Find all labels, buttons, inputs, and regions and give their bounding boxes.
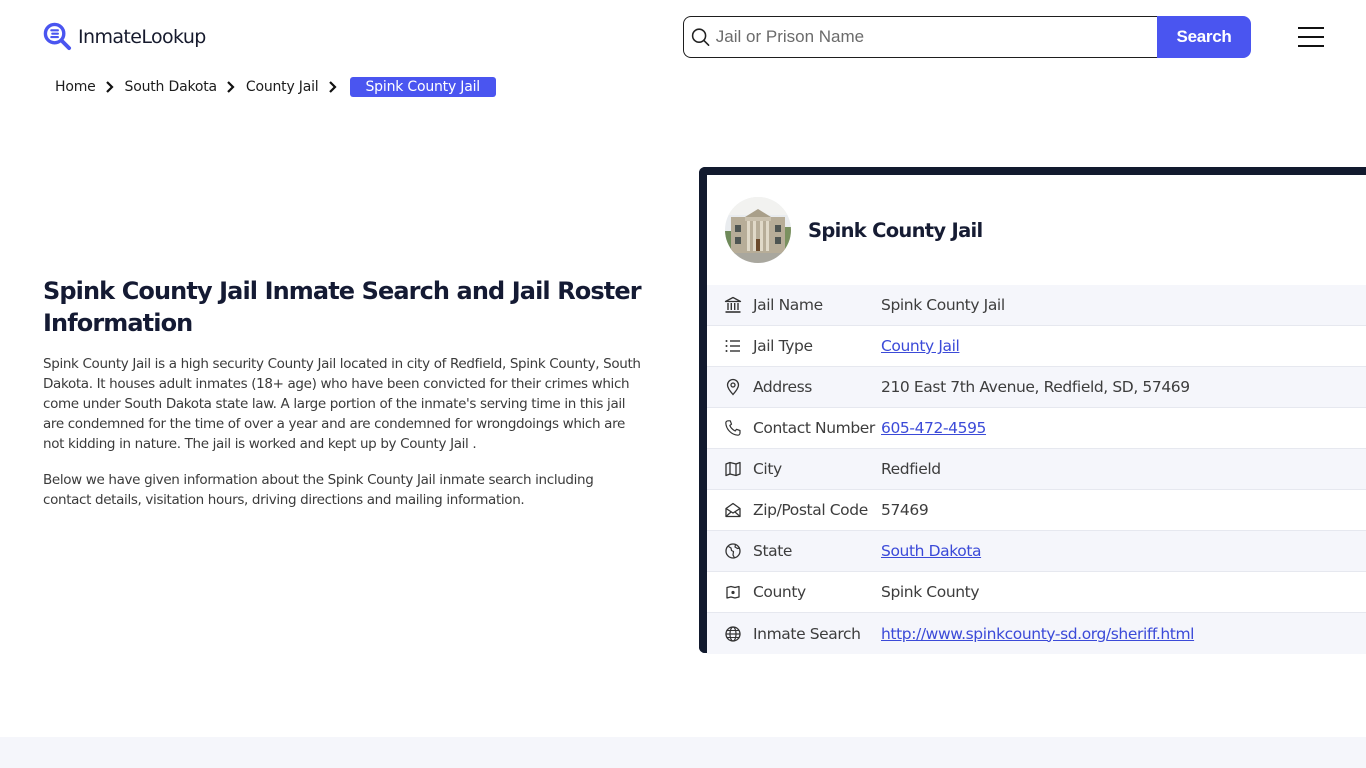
list-icon bbox=[725, 340, 740, 352]
intro-text: Spink County Jail is a high security Cou… bbox=[43, 354, 643, 510]
row-label: County bbox=[753, 583, 806, 601]
search-input[interactable] bbox=[715, 27, 1157, 47]
inmate-search-link[interactable]: http://www.spinkcounty-sd.org/sheriff.ht… bbox=[881, 625, 1194, 643]
breadcrumb: Home South Dakota County Jail Spink Coun… bbox=[55, 76, 496, 98]
bank-building-icon bbox=[724, 296, 742, 313]
info-row-inmate-search: Inmate Search http://www.spinkcounty-sd.… bbox=[707, 613, 1366, 654]
phone-icon bbox=[725, 420, 741, 436]
info-row-address: Address 210 East 7th Avenue, Redfield, S… bbox=[707, 367, 1366, 408]
globe-region-icon bbox=[725, 543, 741, 559]
chevron-right-icon bbox=[227, 81, 235, 93]
row-value: 210 East 7th Avenue, Redfield, SD, 57469 bbox=[881, 378, 1190, 396]
chevron-right-icon bbox=[105, 81, 114, 93]
breadcrumb-county-jail[interactable]: County Jail bbox=[246, 79, 319, 95]
row-value: 57469 bbox=[881, 501, 929, 519]
footer-band bbox=[0, 737, 1366, 768]
phone-link[interactable]: 605-472-4595 bbox=[881, 419, 986, 437]
row-value: Spink County Jail bbox=[881, 296, 1005, 314]
card-title: Spink County Jail bbox=[808, 218, 983, 242]
info-table: Jail Name Spink County Jail Jail Type Co… bbox=[707, 285, 1366, 654]
jail-info-card: Spink County Jail Jail Name Spink County… bbox=[699, 167, 1366, 654]
info-row-state: State South Dakota bbox=[707, 531, 1366, 572]
row-label: State bbox=[753, 542, 793, 560]
breadcrumb-current: Spink County Jail bbox=[349, 77, 496, 97]
page-title: Spink County Jail Inmate Search and Jail… bbox=[43, 277, 642, 337]
breadcrumb-home[interactable]: Home bbox=[55, 79, 96, 95]
courthouse-image bbox=[725, 197, 791, 263]
row-value: Spink County bbox=[881, 583, 980, 601]
state-link[interactable]: South Dakota bbox=[881, 542, 981, 560]
row-label: City bbox=[753, 460, 782, 478]
chevron-right-icon bbox=[328, 81, 337, 93]
jail-photo bbox=[725, 197, 791, 263]
hamburger-menu-icon[interactable] bbox=[1298, 27, 1324, 47]
breadcrumb-state[interactable]: South Dakota bbox=[125, 79, 218, 95]
intro-paragraph: Spink County Jail is a high security Cou… bbox=[43, 356, 641, 452]
row-label: Zip/Postal Code bbox=[753, 501, 868, 519]
site-header: InmateLookup Search bbox=[0, 0, 1366, 72]
row-label: Address bbox=[753, 378, 812, 396]
county-map-icon bbox=[726, 585, 740, 599]
info-row-county: County Spink County bbox=[707, 572, 1366, 613]
search-icon bbox=[691, 28, 710, 47]
row-label: Jail Name bbox=[753, 296, 823, 314]
logo-text: InmateLookup bbox=[78, 25, 206, 48]
intro-paragraph: Below we have given information about th… bbox=[43, 472, 594, 508]
info-row-contact: Contact Number 605-472-4595 bbox=[707, 408, 1366, 449]
info-row-city: City Redfield bbox=[707, 449, 1366, 490]
row-label: Inmate Search bbox=[753, 624, 861, 643]
map-pin-icon bbox=[726, 378, 740, 396]
info-row-jail-type: Jail Type County Jail bbox=[707, 326, 1366, 367]
search-bar: Search bbox=[683, 16, 1251, 58]
search-button[interactable]: Search bbox=[1157, 16, 1251, 58]
map-icon bbox=[725, 461, 741, 477]
card-header: Spink County Jail bbox=[707, 175, 1366, 285]
info-row-jail-name: Jail Name Spink County Jail bbox=[707, 285, 1366, 326]
logo-magnifier-icon bbox=[43, 22, 72, 51]
info-row-zip: Zip/Postal Code 57469 bbox=[707, 490, 1366, 531]
site-logo[interactable]: InmateLookup bbox=[43, 22, 206, 51]
row-label: Contact Number bbox=[753, 419, 875, 437]
mail-open-icon bbox=[725, 502, 741, 518]
row-value: Redfield bbox=[881, 460, 941, 478]
world-icon bbox=[725, 625, 741, 642]
row-label: Jail Type bbox=[753, 337, 813, 355]
jail-type-link[interactable]: County Jail bbox=[881, 337, 960, 355]
search-field[interactable] bbox=[683, 16, 1157, 58]
